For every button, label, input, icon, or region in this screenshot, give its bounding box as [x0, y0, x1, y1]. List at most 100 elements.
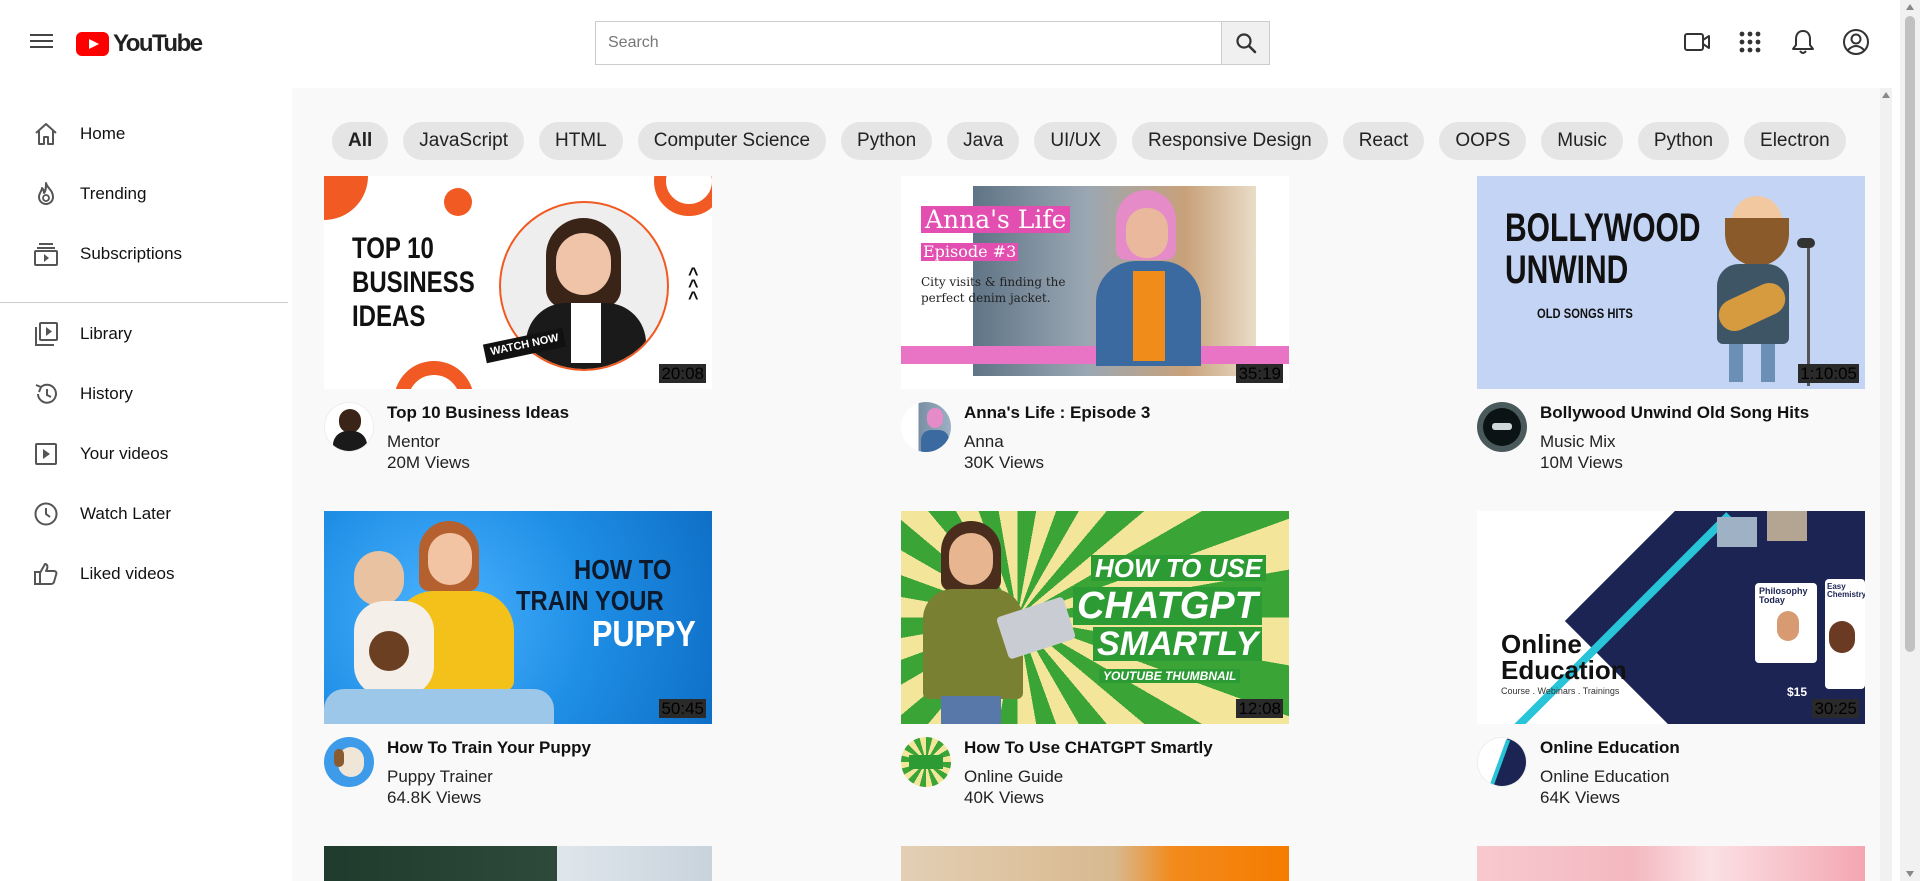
channel-avatar[interactable]: [901, 737, 951, 787]
video-thumbnail[interactable]: HOW TO USE CHATGPT SMARTLY YOUTUBE THUMB…: [901, 511, 1289, 724]
sidebar-item-home[interactable]: Home: [0, 109, 292, 159]
top-header: YouTube: [0, 0, 1900, 88]
scrollbar-thumb[interactable]: [1905, 16, 1915, 652]
menu-icon[interactable]: [26, 30, 58, 54]
chip-python[interactable]: Python: [1637, 122, 1730, 160]
channel-avatar[interactable]: [1477, 737, 1527, 787]
video-card[interactable]: [1477, 846, 1865, 881]
video-card[interactable]: Anna's Life Episode #3 City visits & fin…: [901, 176, 1289, 476]
video-thumbnail[interactable]: TOP 10 BUSINESS IDEAS WATCH NOW ^ ^ ^ 20:0…: [324, 176, 712, 389]
channel-name[interactable]: Puppy Trainer: [387, 767, 493, 787]
video-card[interactable]: HOW TO TRAIN YOUR PUPPY 50:45 How To Tra…: [324, 511, 712, 811]
video-card[interactable]: Philosophy Today Easy Chemistry $15 Onli…: [1477, 511, 1865, 811]
video-duration: 12:08: [1236, 699, 1283, 718]
video-title[interactable]: How To Use CHATGPT Smartly: [964, 738, 1213, 758]
sidebar-item-label: Trending: [80, 184, 147, 203]
channel-name[interactable]: Music Mix: [1540, 432, 1616, 452]
sidebar-item-liked-videos[interactable]: Liked videos: [0, 549, 292, 599]
chip-computer-science[interactable]: Computer Science: [637, 122, 827, 160]
thumbnail-text: BOLLYWOOD: [1505, 206, 1701, 250]
chip-all[interactable]: All: [332, 122, 389, 160]
thumbnail-text: Course . Webinars . Trainings: [1501, 686, 1620, 696]
sidebar-item-label: Liked videos: [80, 564, 175, 583]
video-title[interactable]: Top 10 Business Ideas: [387, 403, 569, 423]
scroll-down-arrow-icon[interactable]: [1906, 871, 1914, 877]
video-thumbnail[interactable]: Anna's Life Episode #3 City visits & fin…: [901, 176, 1289, 389]
video-title[interactable]: Bollywood Unwind Old Song Hits: [1540, 403, 1809, 423]
thumbnail-text: BUSINESS: [352, 266, 475, 299]
thumbnail-text: PUPPY: [592, 613, 696, 654]
channel-name[interactable]: Online Education: [1540, 767, 1669, 787]
video-thumbnail[interactable]: HOW TO TRAIN YOUR PUPPY 50:45: [324, 511, 712, 724]
video-duration: 30:25: [1812, 699, 1859, 718]
sidebar-item-library[interactable]: Library: [0, 309, 292, 359]
history-icon: [32, 380, 60, 408]
sidebar-item-trending[interactable]: Trending: [0, 169, 292, 219]
view-count: 64K Views: [1540, 788, 1621, 807]
channel-avatar[interactable]: [1477, 402, 1527, 452]
sidebar-item-subscriptions[interactable]: Subscriptions: [0, 229, 292, 279]
video-card[interactable]: TOP 10 BUSINESS IDEAS WATCH NOW ^ ^ ^ 20:0…: [324, 176, 712, 476]
sidebar-divider: [0, 302, 288, 303]
thumbnail-text: TRAIN YOUR: [516, 585, 664, 616]
chip-music[interactable]: Music: [1541, 122, 1623, 160]
thumbnail-text: CHATGPT: [1073, 587, 1262, 625]
chip-python[interactable]: Python: [841, 122, 933, 160]
chip-oops[interactable]: OOPS: [1439, 122, 1527, 160]
chip-java[interactable]: Java: [947, 122, 1020, 160]
channel-avatar[interactable]: [324, 737, 374, 787]
video-thumbnail[interactable]: [324, 846, 712, 881]
content-scrollbar[interactable]: [1880, 88, 1892, 881]
thumbnail-text: Education: [1501, 655, 1627, 685]
apps-grid-icon[interactable]: [1735, 27, 1765, 57]
channel-name[interactable]: Mentor: [387, 432, 440, 452]
video-card[interactable]: [324, 846, 712, 881]
page-scrollbar[interactable]: [1900, 0, 1920, 881]
youtube-logo[interactable]: YouTube: [76, 30, 203, 58]
video-card[interactable]: [901, 846, 1289, 881]
sidebar-item-label: Home: [80, 124, 126, 143]
library-icon: [32, 320, 60, 348]
chip-react[interactable]: React: [1342, 122, 1425, 160]
thumbnail-text: Anna's Life: [921, 206, 1071, 233]
sidebar-item-history[interactable]: History: [0, 369, 292, 419]
create-video-icon[interactable]: [1682, 27, 1712, 57]
home-icon: [32, 120, 60, 148]
sidebar-item-label: Watch Later: [80, 504, 172, 523]
channel-name[interactable]: Anna: [964, 432, 1004, 452]
video-title[interactable]: How To Train Your Puppy: [387, 738, 591, 758]
video-thumbnail[interactable]: Philosophy Today Easy Chemistry $15 Onli…: [1477, 511, 1865, 724]
video-card[interactable]: BOLLYWOOD UNWIND OLD SONGS HITS 1:10:05 …: [1477, 176, 1865, 476]
video-duration: 35:19: [1236, 364, 1283, 383]
channel-avatar[interactable]: [324, 402, 374, 452]
video-title[interactable]: Online Education: [1540, 738, 1680, 758]
notifications-bell-icon[interactable]: [1788, 27, 1818, 57]
video-thumbnail[interactable]: BOLLYWOOD UNWIND OLD SONGS HITS 1:10:05: [1477, 176, 1865, 389]
chip-responsive-design[interactable]: Responsive Design: [1132, 122, 1328, 160]
chip-ui-ux[interactable]: UI/UX: [1034, 122, 1117, 160]
video-duration: 50:45: [659, 699, 706, 718]
chip-electron[interactable]: Electron: [1744, 122, 1846, 160]
scroll-up-arrow-icon[interactable]: [1906, 4, 1914, 10]
sidebar-item-your-videos[interactable]: Your videos: [0, 429, 292, 479]
search-input[interactable]: [595, 21, 1221, 65]
thumbnail-text: IDEAS: [352, 300, 426, 333]
chip-javascript[interactable]: JavaScript: [403, 122, 524, 160]
view-count: 20M Views: [387, 453, 470, 472]
account-icon[interactable]: [1841, 27, 1871, 57]
view-count: 10M Views: [1540, 453, 1623, 472]
search-button[interactable]: [1221, 21, 1270, 65]
thumbnail-text: $15: [1787, 685, 1808, 699]
thumbnail-text: Philosophy Today: [1759, 586, 1808, 605]
video-thumbnail[interactable]: [1477, 846, 1865, 881]
video-card[interactable]: HOW TO USE CHATGPT SMARTLY YOUTUBE THUMB…: [901, 511, 1289, 811]
sidebar-item-label: History: [80, 384, 133, 403]
video-title[interactable]: Anna's Life : Episode 3: [964, 403, 1150, 423]
logo-text: YouTube: [113, 30, 203, 57]
thumbnail-text: OLD SONGS HITS: [1537, 305, 1633, 321]
channel-avatar[interactable]: [901, 402, 951, 452]
video-thumbnail[interactable]: [901, 846, 1289, 881]
chip-html[interactable]: HTML: [538, 122, 623, 160]
sidebar-item-watch-later[interactable]: Watch Later: [0, 489, 292, 539]
channel-name[interactable]: Online Guide: [964, 767, 1063, 787]
